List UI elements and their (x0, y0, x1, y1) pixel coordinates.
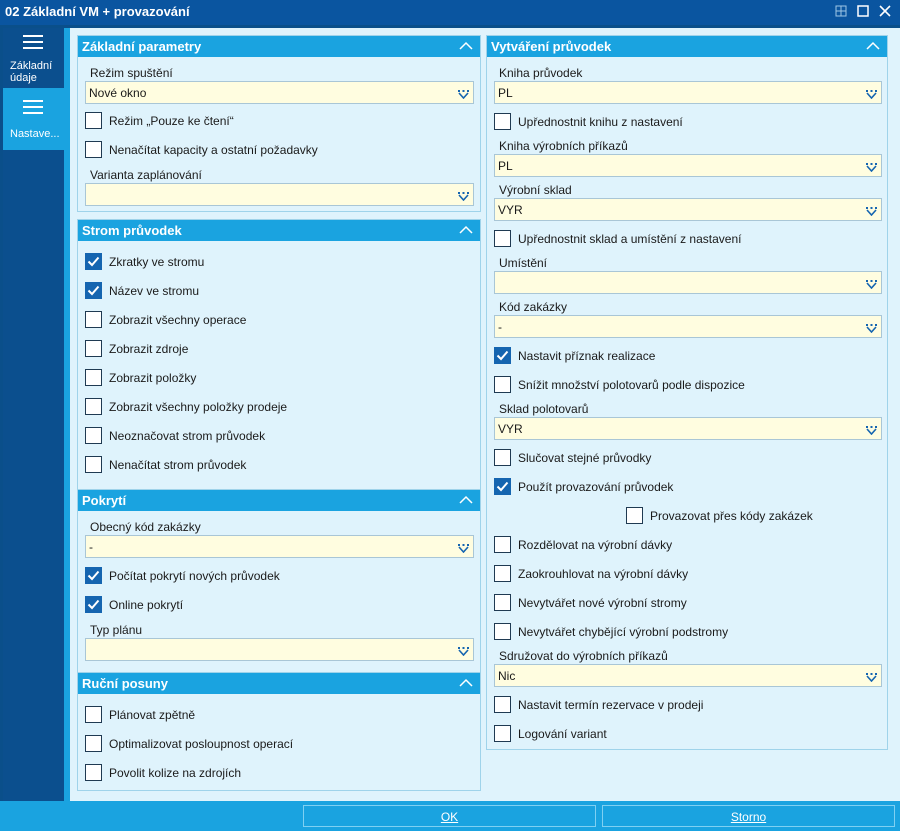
location-select[interactable] (494, 271, 882, 294)
checkbox-box (85, 427, 102, 444)
chevron-down-icon (866, 161, 877, 173)
panel-header: Základní parametry (78, 36, 480, 57)
sidebar: Základní údaje Nastave... (3, 28, 64, 801)
chevron-down-icon (866, 424, 877, 436)
job-book-label: Kniha průvodek (499, 66, 583, 80)
dialog-footer: OK Storno (0, 801, 900, 831)
location-label: Umístění (499, 256, 548, 270)
checkbox-box (85, 340, 102, 357)
order-code-label: Kód zakázky (499, 300, 568, 314)
checkbox-box (85, 596, 102, 613)
plan-variant-select[interactable] (85, 183, 474, 206)
sidebar-item-label: Nastave... (10, 128, 60, 140)
collapse-icon[interactable] (456, 37, 476, 55)
checkbox-box (85, 311, 102, 328)
checkbox-box (85, 735, 102, 752)
plan-variant-label: Varianta zaplánování (90, 168, 202, 182)
sidebar-item-label: Základní údaje (10, 60, 53, 84)
collapse-icon[interactable] (863, 37, 883, 55)
maximize-icon[interactable] (854, 3, 872, 21)
chevron-down-icon (458, 88, 469, 100)
plan-type-select[interactable] (85, 638, 474, 661)
sidebar-item-settings[interactable]: Nastave... (3, 88, 64, 150)
checkbox-box (494, 594, 511, 611)
checkbox-box (85, 764, 102, 781)
checkbox-box (85, 282, 102, 299)
panel-header: Ruční posuny (78, 673, 480, 694)
orders-book-select[interactable]: PL (494, 154, 882, 177)
panel-job-tree: Strom průvodek Zkratky ve stromu Název v… (77, 219, 481, 507)
chevron-down-icon (866, 88, 877, 100)
checkbox-box (494, 725, 511, 742)
checkbox-box (494, 565, 511, 582)
close-icon[interactable] (876, 3, 894, 21)
checkbox-box (626, 507, 643, 524)
production-warehouse-label: Výrobní sklad (499, 183, 572, 197)
checkbox-box (494, 376, 511, 393)
panel-header: Pokrytí (78, 490, 480, 511)
chevron-down-icon (458, 645, 469, 657)
ok-button[interactable]: OK (303, 805, 596, 827)
checkbox-box (85, 253, 102, 270)
collapse-icon[interactable] (456, 674, 476, 692)
checkbox-box (494, 230, 511, 247)
semiproduct-warehouse-label: Sklad polotovarů (499, 402, 589, 416)
chevron-down-icon (866, 322, 877, 334)
panel-title: Strom průvodek (82, 223, 182, 238)
group-orders-select[interactable]: Nic (494, 664, 882, 687)
sidebar-item-basic-data[interactable]: Základní údaje (3, 28, 64, 86)
checkbox-box (85, 567, 102, 584)
panel-title: Vytváření průvodek (491, 39, 612, 54)
panel-title: Pokrytí (82, 493, 127, 508)
checkbox-box (85, 456, 102, 473)
chevron-down-icon (866, 205, 877, 217)
panel-header: Vytváření průvodek (487, 36, 887, 57)
checkbox-box (85, 369, 102, 386)
group-orders-label: Sdružovat do výrobních příkazů (499, 649, 668, 663)
window-title: 02 Základní VM + provazování (5, 4, 190, 19)
chevron-down-icon (458, 542, 469, 554)
title-bar: 02 Základní VM + provazování (0, 0, 900, 25)
panel-title: Základní parametry (82, 39, 202, 54)
chevron-down-icon (866, 671, 877, 683)
checkbox-box (494, 536, 511, 553)
panel-basic-parameters: Základní parametry Režim spuštění Nové o… (77, 35, 481, 212)
checkbox-box (494, 449, 511, 466)
panel-job-creation: Vytváření průvodek Kniha průvodek PL Upř… (486, 35, 888, 750)
checkbox-box (85, 141, 102, 158)
menu-icon (23, 35, 43, 49)
collapse-icon[interactable] (456, 221, 476, 239)
chevron-down-icon (866, 278, 877, 290)
run-mode-label: Režim spuštění (90, 66, 173, 80)
checkbox-box (85, 706, 102, 723)
production-warehouse-select[interactable]: VYR (494, 198, 882, 221)
semiproduct-warehouse-select[interactable]: VYR (494, 417, 882, 440)
job-book-select[interactable]: PL (494, 81, 882, 104)
checkbox-box (494, 347, 511, 364)
chevron-down-icon (458, 190, 469, 202)
restore-icon[interactable] (832, 3, 850, 21)
checkbox-box (494, 478, 511, 495)
checkbox-box (494, 696, 511, 713)
panel-header: Strom průvodek (78, 220, 480, 241)
orders-book-label: Kniha výrobních příkazů (499, 139, 628, 153)
checkbox-box (494, 113, 511, 130)
checkbox-box (85, 112, 102, 129)
collapse-icon[interactable] (456, 491, 476, 509)
general-order-code-label: Obecný kód zakázky (90, 520, 201, 534)
general-order-code-select[interactable]: - (85, 535, 474, 558)
panel-coverage: Pokrytí Obecný kód zakázky - Počítat pok… (77, 489, 481, 693)
menu-icon (23, 100, 43, 114)
order-code-select[interactable]: - (494, 315, 882, 338)
panel-manual-shifts: Ruční posuny Plánovat zpětně Optimalizov… (77, 672, 481, 791)
content-area: Základní parametry Režim spuštění Nové o… (70, 28, 900, 801)
cancel-button[interactable]: Storno (602, 805, 895, 827)
plan-type-label: Typ plánu (90, 623, 143, 637)
checkbox-box (85, 398, 102, 415)
panel-title: Ruční posuny (82, 676, 168, 691)
run-mode-select[interactable]: Nové okno (85, 81, 474, 104)
checkbox-box (494, 623, 511, 640)
